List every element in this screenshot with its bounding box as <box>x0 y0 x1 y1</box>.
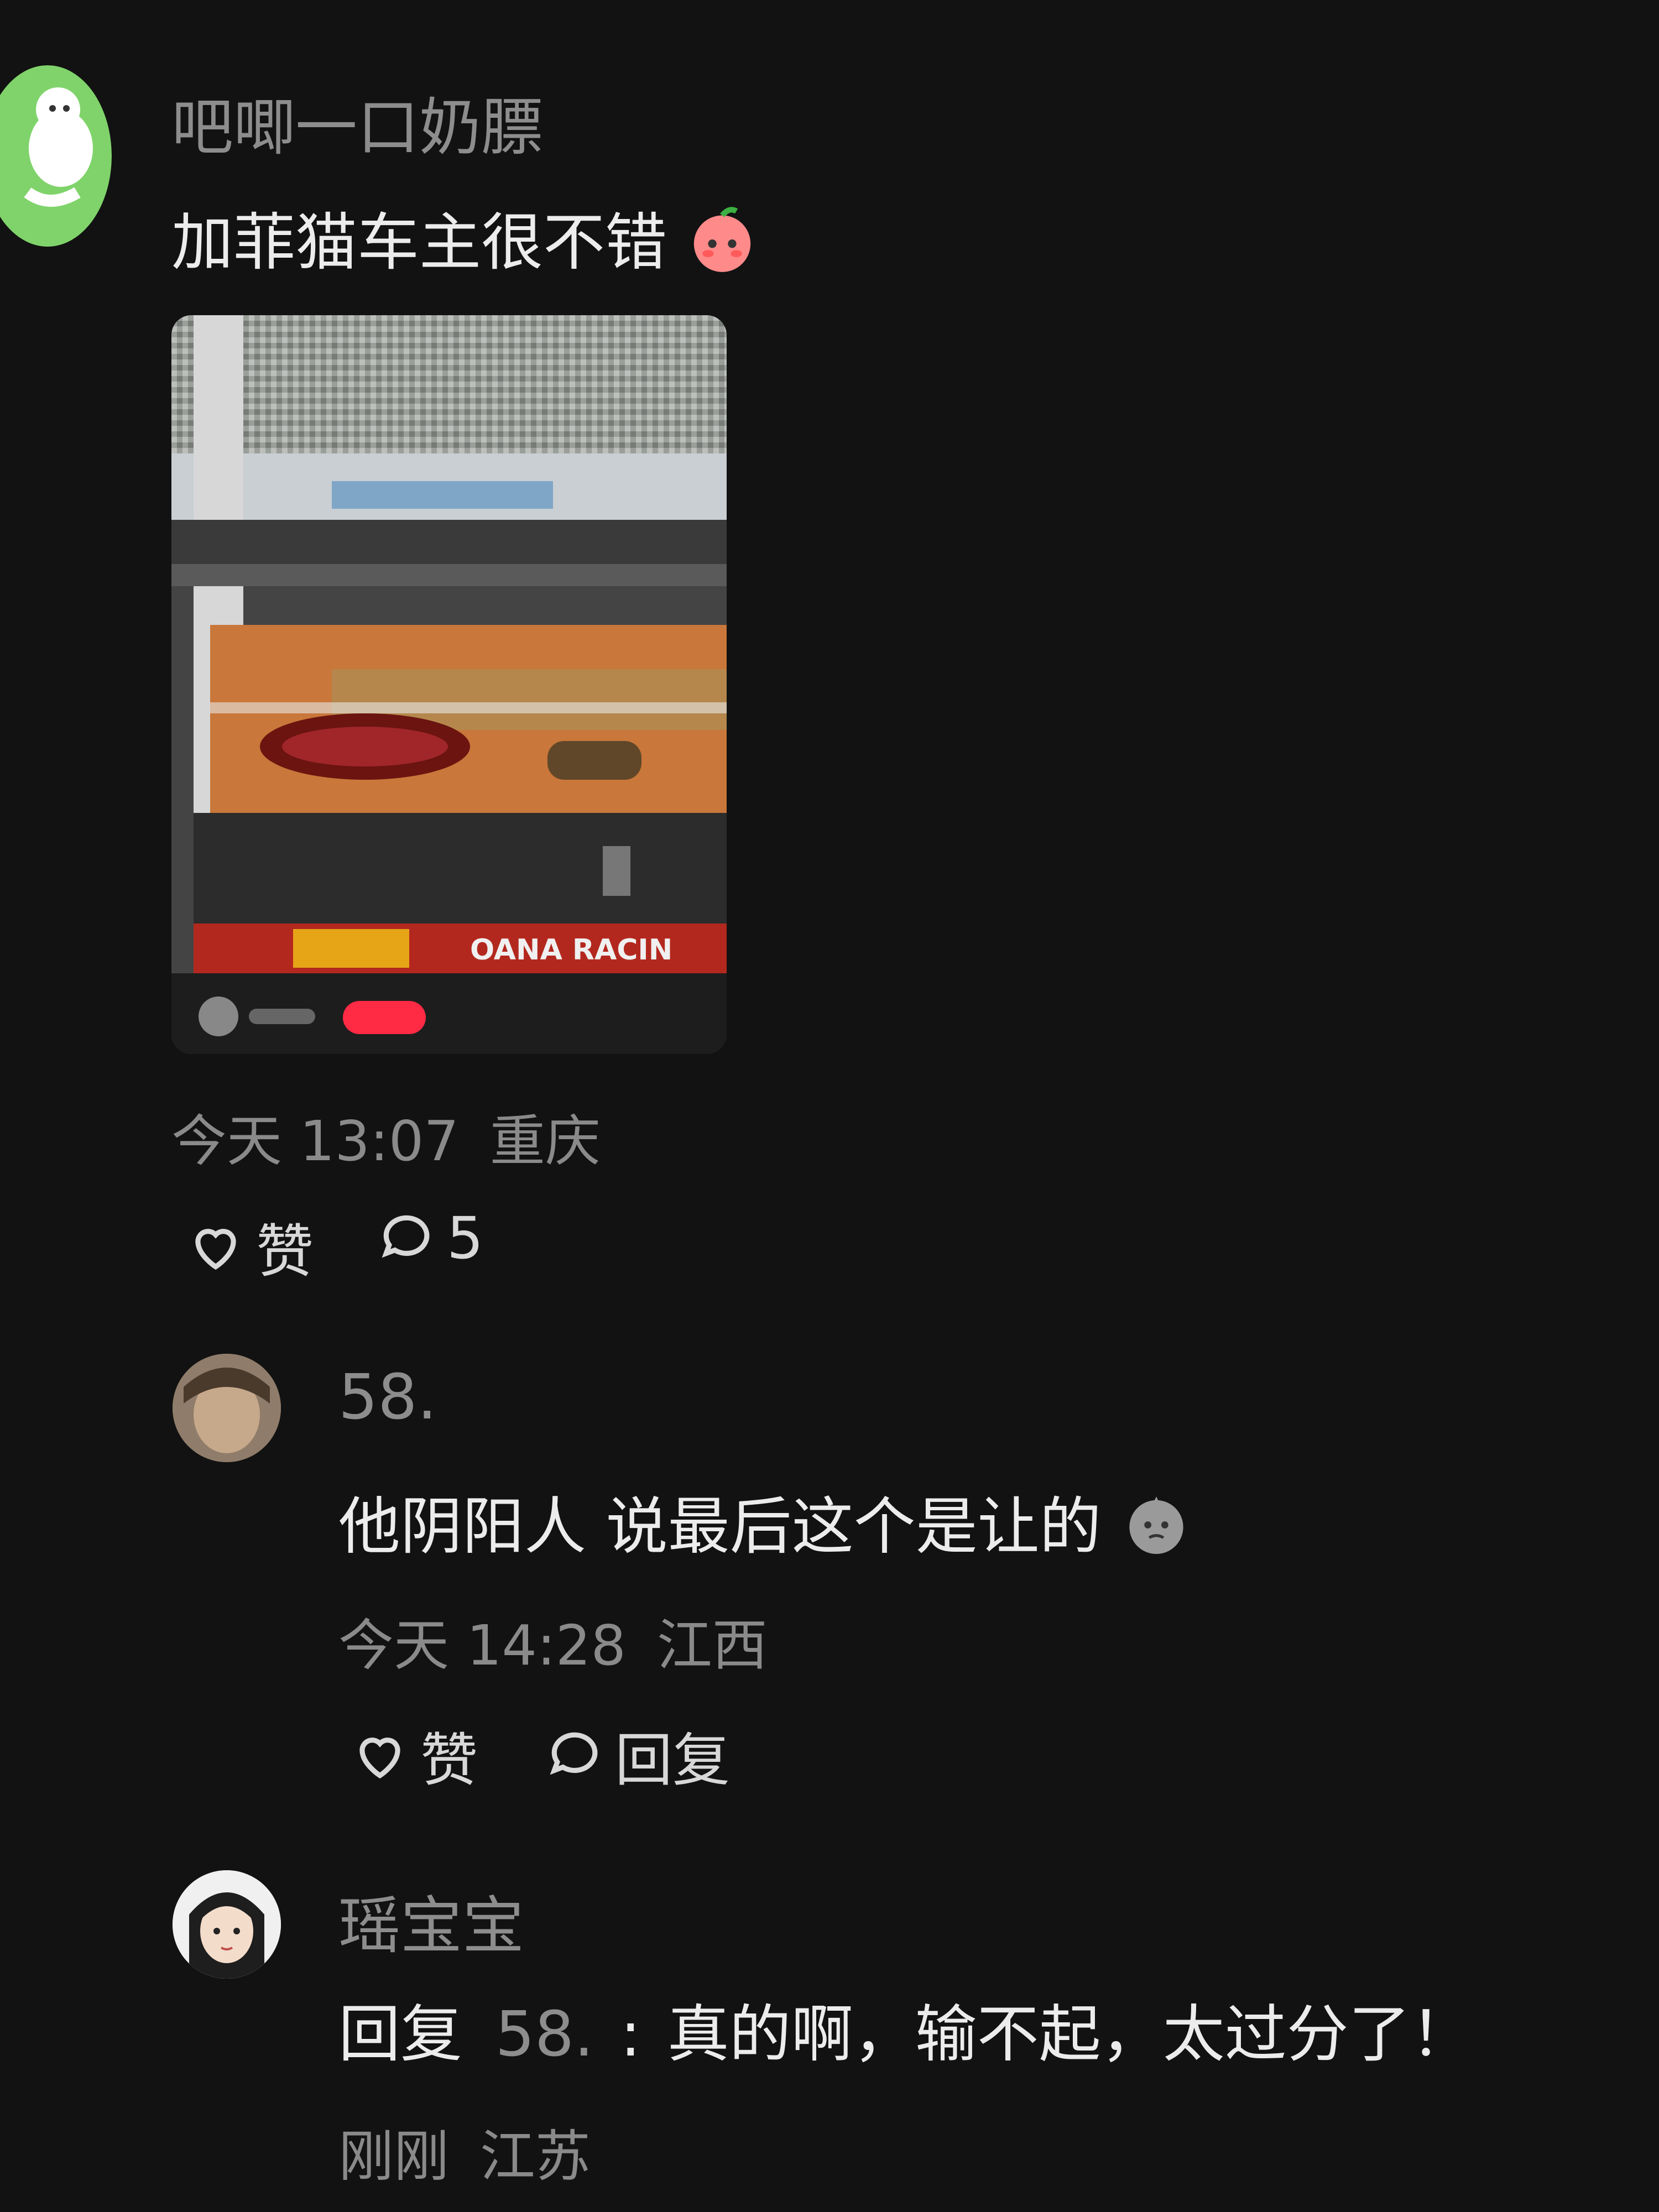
reply1-reply-label: 回复 <box>615 1726 731 1794</box>
reply2-reply-prefix: 回复 <box>338 1999 462 2070</box>
comment-bubble-icon <box>550 1732 598 1775</box>
post-text-content: 加菲猫车主很不错 <box>171 207 667 279</box>
cat-avatar-icon <box>0 65 112 247</box>
post-author-name[interactable]: 吧唧一口奶膘 <box>171 77 543 167</box>
reply1-like-label: 赞 <box>420 1726 478 1794</box>
post-author-avatar[interactable] <box>0 65 112 247</box>
reply2-reply-target[interactable]: 58. <box>495 1999 594 2070</box>
reply1-author-avatar[interactable] <box>173 1354 281 1462</box>
reply2-timestamp: 刚刚 <box>338 2124 449 2189</box>
reply2-text-content: 真的啊，输不起，太过分了！ <box>667 1999 1473 2070</box>
reply1-location: 江西 <box>656 1613 768 1678</box>
reply1-timestamp: 今天 14:28 <box>338 1613 626 1678</box>
post-comment-button[interactable]: 5 <box>376 1204 483 1272</box>
post-text: 加菲猫车主很不错 <box>171 192 758 290</box>
reply2-location: 江苏 <box>479 2124 591 2189</box>
plate-text: OANA RACIN <box>470 933 672 967</box>
reply2-author-avatar[interactable] <box>173 1870 281 1979</box>
reply1-text: 他阴阳人 说最后这个是让的 <box>338 1477 1192 1574</box>
grey-face-emoji-icon <box>1121 1488 1192 1574</box>
race-car-photo: OANA RACIN <box>171 315 727 1054</box>
comment-bubble-icon <box>382 1215 430 1258</box>
post-image[interactable]: OANA RACIN <box>171 315 727 1054</box>
reply1-text-content: 他阴阳人 说最后这个是让的 <box>338 1491 1102 1563</box>
post-location: 重庆 <box>489 1109 601 1173</box>
post-comment-count: 5 <box>447 1204 484 1272</box>
girl-avatar-icon <box>173 1870 281 1979</box>
post-like-label: 赞 <box>256 1218 314 1285</box>
post-like-button[interactable]: 赞 <box>185 1204 314 1288</box>
reply1-like-button[interactable]: 赞 <box>349 1713 478 1797</box>
reply1-meta: 今天 14:28 江西 <box>338 1600 768 1681</box>
heart-icon <box>359 1737 400 1778</box>
reply2-separator: : <box>620 1999 641 2070</box>
reply1-reply-button[interactable]: 回复 <box>544 1713 730 1797</box>
reply2-author-name[interactable]: 瑶宝宝 <box>338 1876 524 1965</box>
reply1-author-name[interactable]: 58. <box>338 1361 437 1433</box>
heart-icon <box>195 1228 236 1270</box>
post-timestamp: 今天 13:07 <box>171 1109 459 1173</box>
peach-blush-emoji-icon <box>687 204 758 290</box>
post-meta: 今天 13:07 重庆 <box>171 1096 601 1176</box>
reply2-text: 回复 58. : 真的啊，输不起，太过分了！ <box>338 1984 1473 2074</box>
reply2-meta: 刚刚 江苏 <box>338 2111 591 2192</box>
portrait-avatar-icon <box>173 1354 281 1462</box>
